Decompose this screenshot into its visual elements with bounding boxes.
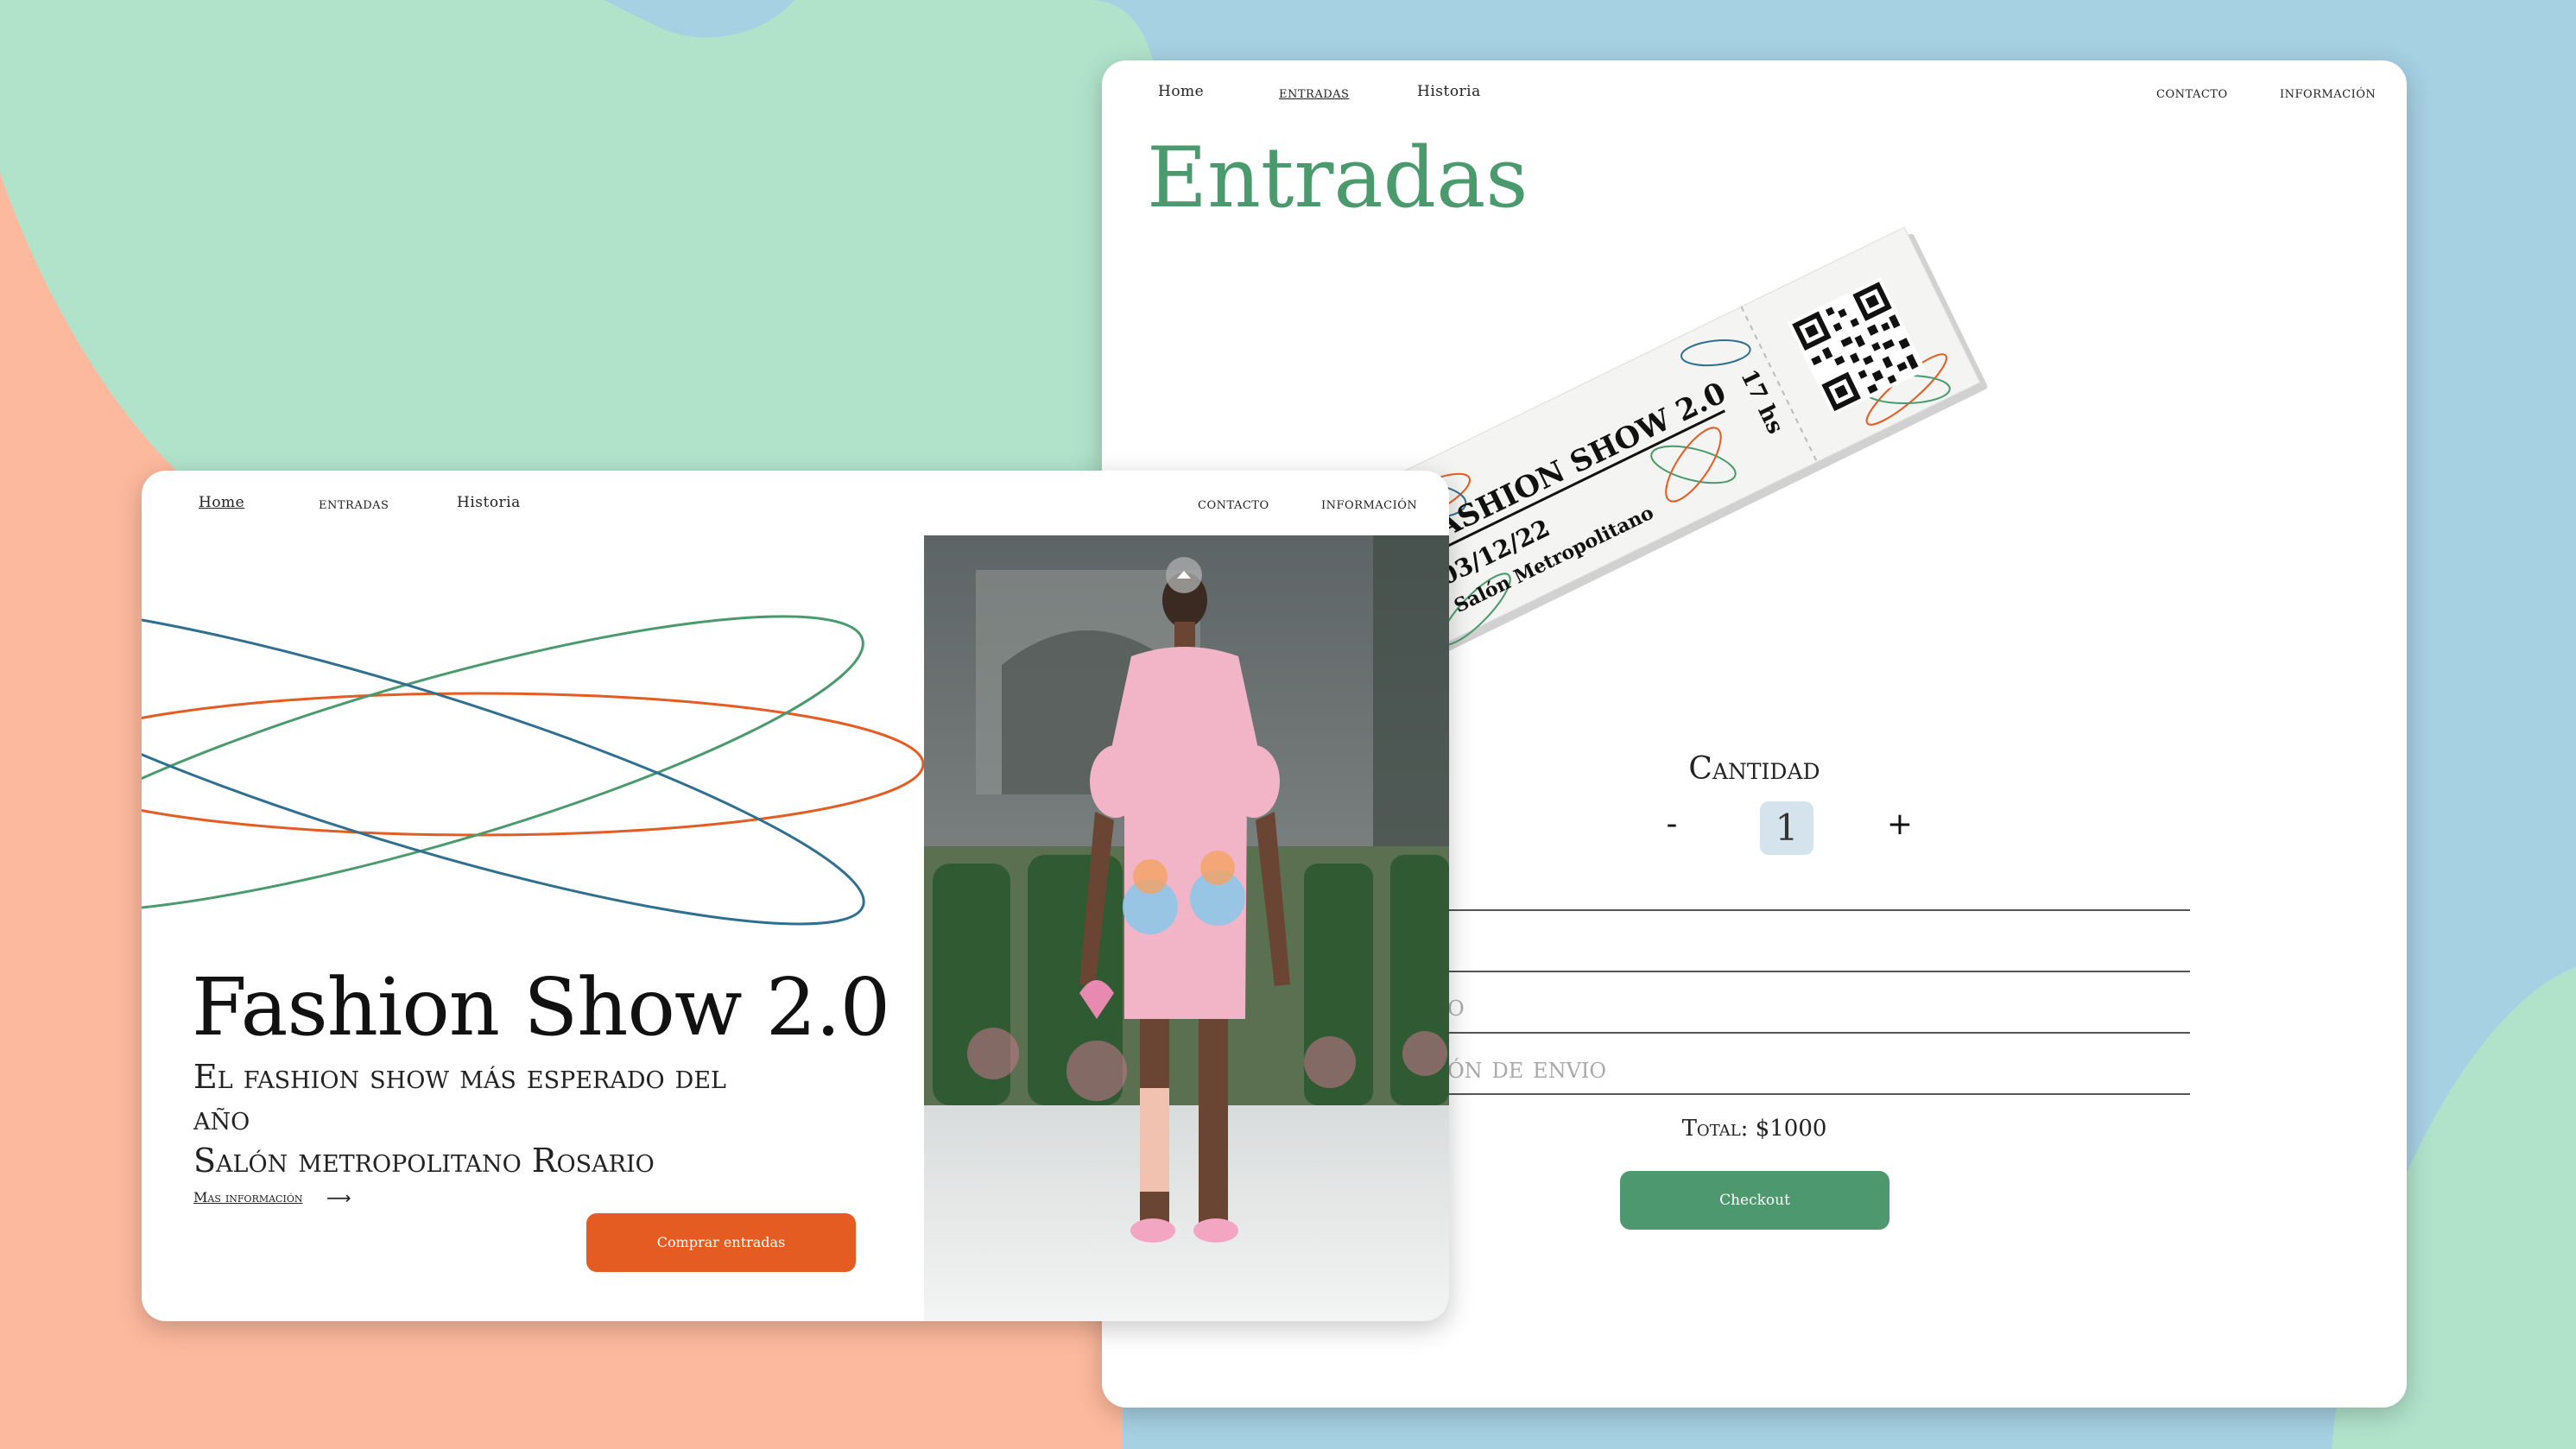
hero-subtitle-line-1: El fashion show más esperado del: [193, 1058, 726, 1096]
nav-entradas-link[interactable]: entradas: [319, 494, 389, 513]
form-field-2-placeholder[interactable]: o: [1447, 989, 1465, 1023]
quantity-stepper: - 1 +: [1655, 801, 1948, 855]
nav-contacto-link[interactable]: contacto: [1198, 494, 1269, 513]
nav-home-link[interactable]: Home: [199, 494, 244, 511]
chevron-up-icon: [1177, 571, 1191, 579]
scroll-up-button[interactable]: [1166, 557, 1202, 593]
form-field-3-placeholder[interactable]: ón de envio: [1447, 1051, 1606, 1085]
form-field-3-line[interactable]: [1447, 1032, 2190, 1034]
decrement-button[interactable]: -: [1655, 807, 1689, 842]
home-nav: Home entradas Historia contacto informac…: [142, 471, 1449, 531]
entradas-nav: Home entradas Historia contacto informac…: [1102, 60, 2407, 121]
nav-home-link[interactable]: Home: [1158, 83, 1204, 100]
hero-subtitle-line-2: año: [193, 1099, 250, 1137]
arrow-right-icon: ⟶: [326, 1187, 351, 1208]
more-info-link[interactable]: Mas información: [193, 1189, 302, 1205]
buy-tickets-button[interactable]: Comprar entradas: [586, 1213, 856, 1272]
hero-subtitle-line-3: Salón metropolitano Rosario: [193, 1142, 655, 1180]
quantity-value[interactable]: 1: [1760, 801, 1813, 855]
checkout-button[interactable]: Checkout: [1620, 1171, 1889, 1230]
form-field-2-line[interactable]: [1447, 971, 2190, 972]
nav-entradas-link[interactable]: entradas: [1279, 83, 1349, 102]
nav-informacion-link[interactable]: información: [1321, 494, 1417, 513]
nav-contacto-link[interactable]: contacto: [2156, 83, 2228, 102]
nav-informacion-link[interactable]: información: [2280, 83, 2376, 102]
runway-photo: [924, 535, 1449, 1321]
increment-button[interactable]: +: [1883, 807, 1917, 842]
nav-historia-link[interactable]: Historia: [457, 494, 521, 511]
home-page-card: Home entradas Historia contacto informac…: [142, 471, 1449, 1321]
form-field-1-line[interactable]: [1447, 909, 2190, 911]
form-field-4-line[interactable]: [1447, 1093, 2190, 1095]
nav-historia-link[interactable]: Historia: [1417, 83, 1481, 100]
page-title: Entradas: [1147, 130, 1529, 226]
hero-title: Fashion Show 2.0: [192, 961, 890, 1054]
orbit-decoration: [142, 603, 924, 926]
